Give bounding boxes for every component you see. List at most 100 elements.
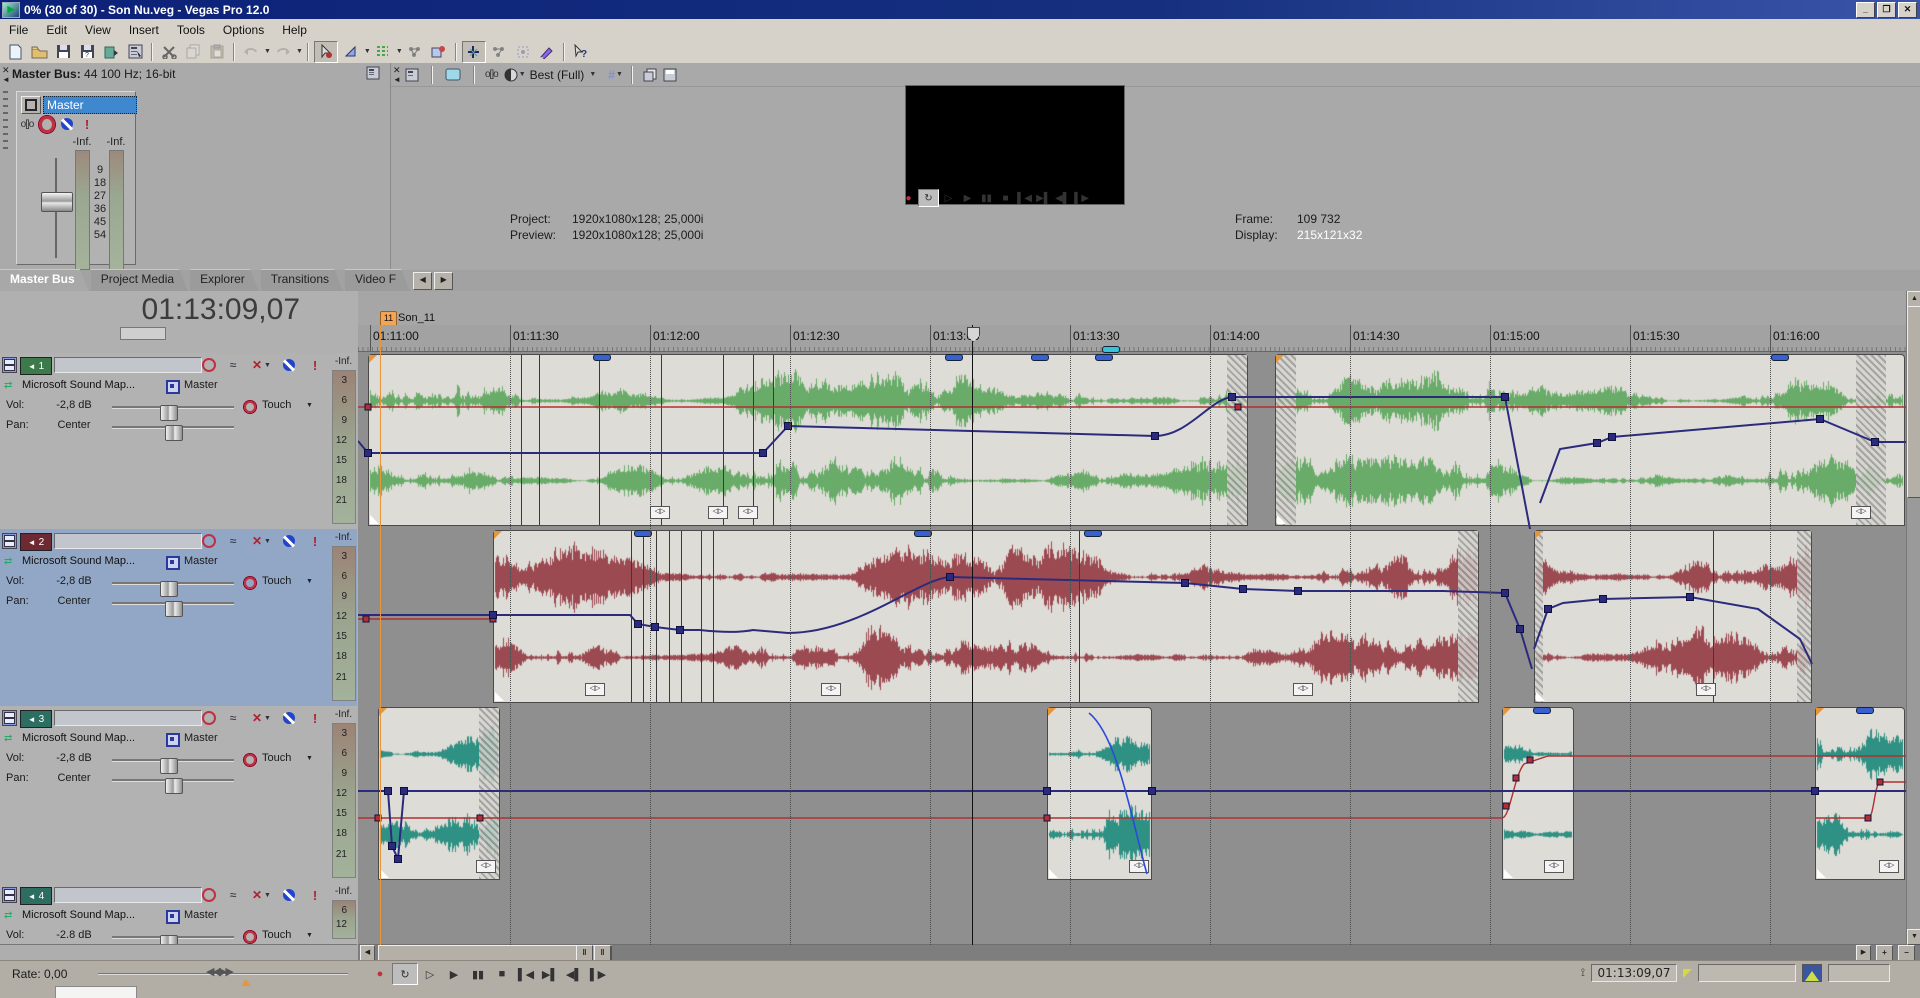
bus-assignment-icon[interactable] xyxy=(166,733,180,747)
tab-video-f[interactable]: Video F xyxy=(345,269,410,291)
track-2-header[interactable]: ◄2 ≈ ✕ ▼ ! ⇄ Microsoft Sound Map... Mast… xyxy=(0,529,330,707)
tab-scroll-left-icon[interactable]: ◀ xyxy=(413,272,432,290)
loop-playback-button[interactable]: ↻ xyxy=(918,189,939,207)
solo-icon[interactable] xyxy=(280,710,298,726)
menu-view[interactable]: View xyxy=(76,21,120,39)
track-automation-icon[interactable]: ≈ xyxy=(224,710,242,726)
track-2-lane[interactable]: ◁▷◁▷◁▷◁▷ xyxy=(358,529,1906,707)
chevron-down-icon[interactable]: ▼ xyxy=(396,48,403,55)
volume-slider[interactable] xyxy=(112,406,234,409)
solo-icon[interactable] xyxy=(280,533,298,549)
panel-grip[interactable] xyxy=(3,91,8,151)
chevron-down-icon[interactable]: ▼ xyxy=(262,710,272,726)
pan-slider[interactable] xyxy=(112,779,234,782)
fx-icon[interactable]: ! xyxy=(306,710,324,726)
menu-tools[interactable]: Tools xyxy=(168,21,214,39)
chevron-down-icon[interactable]: ▼ xyxy=(262,357,272,373)
track-name-input[interactable] xyxy=(54,357,202,373)
bus-label[interactable]: Master xyxy=(184,379,218,391)
automation-gear-icon[interactable] xyxy=(244,754,256,766)
chevron-down-icon[interactable]: ▼ xyxy=(519,71,526,78)
go-to-end-button[interactable]: ▶▌ xyxy=(538,964,562,984)
audio-device-label[interactable]: Microsoft Sound Map... xyxy=(22,379,135,391)
track-automation-icon[interactable]: ≈ xyxy=(224,357,242,373)
volume-slider[interactable] xyxy=(112,936,234,939)
plugin-chain-icon[interactable]: o[]o xyxy=(19,116,35,132)
import-media-button[interactable] xyxy=(100,42,122,62)
scrub-control-handle[interactable]: ◀◀▶▶ xyxy=(206,965,232,978)
tab-scroll-right-icon[interactable]: ▶ xyxy=(434,272,453,290)
master-fader-handle[interactable] xyxy=(41,192,73,212)
close-button[interactable]: ✕ xyxy=(1898,2,1917,18)
automation-gear-icon[interactable] xyxy=(244,931,256,943)
normal-edit-tool-button[interactable] xyxy=(314,41,338,63)
fx-icon[interactable]: ! xyxy=(306,533,324,549)
zoom-edit-tool-button[interactable] xyxy=(404,42,426,62)
expand-track-keyframes-button[interactable] xyxy=(428,42,450,62)
preview-quality-select[interactable]: Best (Full) ▼ xyxy=(530,68,597,82)
go-to-start-button[interactable]: ▌◀ xyxy=(1015,190,1034,206)
properties-icon[interactable] xyxy=(366,66,380,80)
cut-button[interactable] xyxy=(158,42,180,62)
bus-label[interactable]: Master xyxy=(184,555,218,567)
track-name-input[interactable] xyxy=(54,887,202,903)
menu-help[interactable]: Help xyxy=(273,21,316,39)
chevron-down-icon[interactable]: ▼ xyxy=(262,533,272,549)
pan-value[interactable]: Center xyxy=(44,419,104,431)
snap-tool-button[interactable] xyxy=(512,42,534,62)
scroll-right-icon[interactable]: ▶ xyxy=(1856,945,1871,961)
track-3-header[interactable]: ◄3 ≈ ✕ ▼ ! ⇄ Microsoft Sound Map... Mast… xyxy=(0,706,330,884)
track-name-input[interactable] xyxy=(54,533,202,549)
pause-button[interactable]: ▮▮ xyxy=(466,964,490,984)
menu-edit[interactable]: Edit xyxy=(37,21,76,39)
chevron-down-icon[interactable]: ▼ xyxy=(306,755,313,762)
chevron-down-icon[interactable]: ▼ xyxy=(364,48,371,55)
volume-slider[interactable] xyxy=(112,582,234,585)
cursor-position-value[interactable]: 01:13:09,07 xyxy=(1591,964,1677,982)
pan-slider-handle[interactable] xyxy=(165,425,183,441)
play-from-start-button[interactable]: ▷ xyxy=(939,190,958,206)
vol-value[interactable]: -2.8 dB xyxy=(44,929,104,941)
overlay-grid-icon[interactable]: # xyxy=(608,68,615,82)
paint-tool-button[interactable] xyxy=(536,42,558,62)
vertical-scroll-thumb[interactable] xyxy=(1907,306,1920,498)
track-automation-icon[interactable]: ≈ xyxy=(224,887,242,903)
tab-explorer[interactable]: Explorer xyxy=(190,269,259,291)
previous-frame-button[interactable]: ◀▌ xyxy=(1053,190,1072,206)
automation-mode-label[interactable]: Touch xyxy=(262,399,291,411)
stop-button[interactable]: ■ xyxy=(490,964,514,984)
menu-insert[interactable]: Insert xyxy=(120,21,168,39)
next-frame-button[interactable]: ▌▶ xyxy=(1072,190,1091,206)
fx-icon[interactable]: ! xyxy=(79,116,95,132)
track-number-badge[interactable]: ◄4 xyxy=(20,887,52,905)
redo-button[interactable] xyxy=(272,42,294,62)
audio-device-label[interactable]: Microsoft Sound Map... xyxy=(22,555,135,567)
chevron-down-icon[interactable]: ▼ xyxy=(296,48,303,55)
track-1-lane[interactable]: ◁▷◁▷◁▷◁▷ xyxy=(358,353,1906,530)
copy-button[interactable] xyxy=(182,42,204,62)
scroll-down-icon[interactable]: ▼ xyxy=(1907,929,1920,945)
record-arm-icon[interactable] xyxy=(200,887,218,903)
collapse-icon[interactable]: ◄ xyxy=(2,75,10,84)
horizontal-scrollbar[interactable]: ◀ ‖ ‖ ▶ + − xyxy=(358,945,1920,960)
pause-button[interactable]: ▮▮ xyxy=(977,190,996,206)
timecode-edit-box[interactable] xyxy=(120,327,166,340)
track-1-header[interactable]: ◄1 ≈ ✕ ▼ ! ⇄ Microsoft Sound Map... Mast… xyxy=(0,353,330,530)
automation-gear-icon[interactable] xyxy=(244,401,256,413)
record-button[interactable]: ● xyxy=(899,190,918,206)
chevron-down-icon[interactable]: ▼ xyxy=(264,48,271,55)
selection-edit-tool-button[interactable] xyxy=(372,42,394,62)
envelope-edit-tool-button[interactable] xyxy=(340,42,362,62)
menu-file[interactable]: File xyxy=(0,21,37,39)
bus-label[interactable]: Master xyxy=(184,909,218,921)
tab-transitions[interactable]: Transitions xyxy=(261,269,343,291)
zoom-edge-handle[interactable]: ‖ xyxy=(594,945,611,961)
maximize-button[interactable]: ❐ xyxy=(1877,2,1896,18)
paste-button[interactable] xyxy=(206,42,228,62)
track-4-lane[interactable] xyxy=(358,883,1906,945)
project-properties-button[interactable]: ? xyxy=(76,42,98,62)
mute-icon[interactable] xyxy=(59,116,75,132)
preview-quality-icon[interactable] xyxy=(504,68,518,82)
zoom-in-button[interactable]: + xyxy=(1876,945,1893,961)
bus-assignment-icon[interactable] xyxy=(166,380,180,394)
